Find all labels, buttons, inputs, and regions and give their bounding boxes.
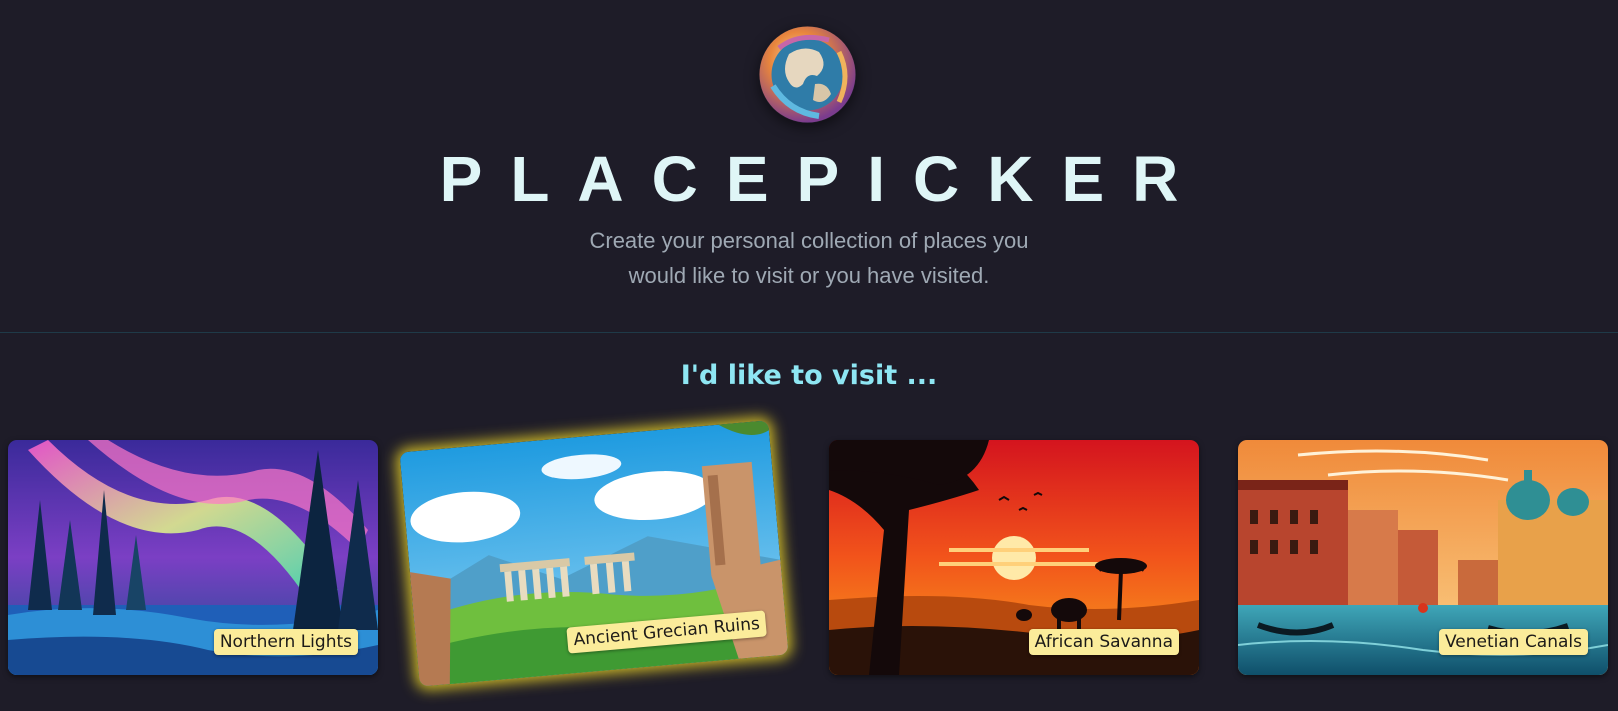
tagline: Create your personal collection of place… bbox=[559, 223, 1059, 293]
card-label: African Savanna bbox=[1028, 629, 1179, 655]
place-card-venetian-canals[interactable]: Venetian Canals bbox=[1238, 440, 1608, 675]
app-title: PLACEPICKER bbox=[439, 143, 1207, 215]
card-label: Venetian Canals bbox=[1438, 629, 1588, 655]
place-card-african-savanna[interactable]: African Savanna bbox=[829, 440, 1199, 675]
globe-logo-icon bbox=[759, 26, 856, 123]
tagline-line-1: Create your personal collection of place… bbox=[589, 228, 1029, 253]
section-title: I'd like to visit ... bbox=[680, 360, 938, 391]
page: PLACEPICKER Create your personal collect… bbox=[0, 0, 1618, 711]
place-card-ancient-grecian-ruins[interactable]: Ancient Grecian Ruins bbox=[399, 420, 789, 687]
place-card-northern-lights[interactable]: Northern Lights bbox=[8, 440, 378, 675]
app-header: PLACEPICKER Create your personal collect… bbox=[0, 0, 1618, 333]
card-label: Northern Lights bbox=[213, 629, 358, 655]
tagline-line-2: would like to visit or you have visited. bbox=[628, 263, 990, 288]
